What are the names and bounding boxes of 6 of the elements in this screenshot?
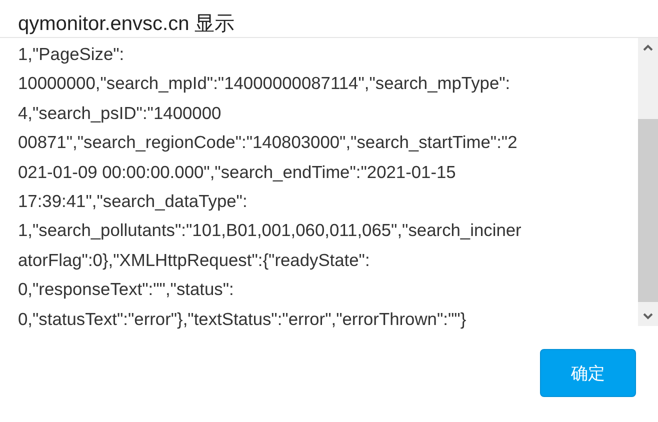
ok-button[interactable]: 确定 xyxy=(540,349,636,397)
scroll-down-icon[interactable] xyxy=(643,313,653,320)
scrollbar[interactable] xyxy=(638,38,658,326)
dialog-title: qymonitor.envsc.cn 显示 xyxy=(17,12,236,37)
scrollbar-thumb[interactable] xyxy=(638,118,658,302)
scroll-up-icon[interactable] xyxy=(643,44,653,51)
